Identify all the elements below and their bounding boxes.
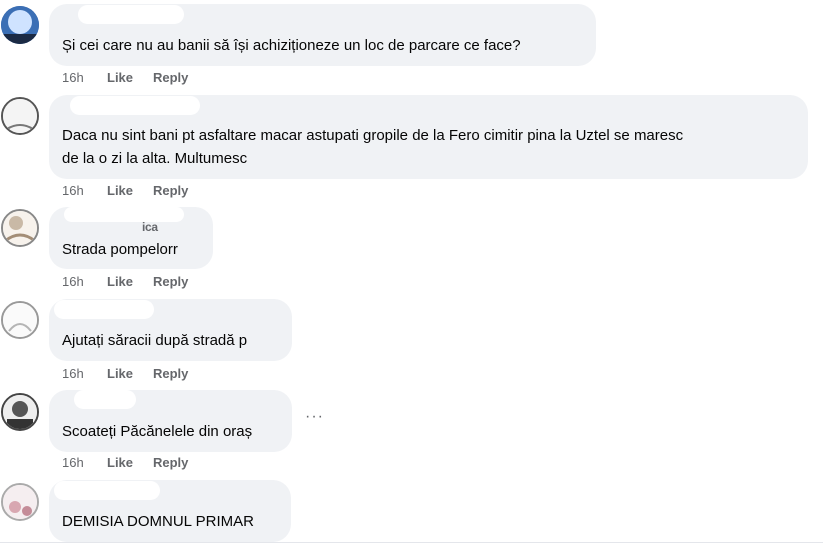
profile-photo-icon: [3, 395, 37, 429]
author-name-redacted: [78, 5, 184, 24]
timestamp-link[interactable]: 16h: [62, 183, 107, 198]
reply-button[interactable]: Reply: [153, 70, 188, 85]
timestamp-link[interactable]: 16h: [62, 366, 107, 381]
like-button[interactable]: Like: [107, 183, 153, 198]
comment-text: Și cei care nu au banii să își achizițio…: [62, 37, 521, 54]
profile-photo-icon: [3, 211, 37, 245]
comment-text: Scoateți Păcănelele din oraș: [62, 423, 253, 440]
avatar[interactable]: [1, 97, 39, 135]
profile-photo-icon: [3, 485, 37, 519]
reply-button[interactable]: Reply: [153, 183, 188, 198]
comment-text: DEMISIA DOMNUL PRIMAR: [62, 513, 254, 530]
comment-text-line: Daca nu sint bani pt asfaltare macar ast…: [62, 127, 684, 144]
comment-text-line: de la o zi la alta. Multumesc: [62, 150, 248, 167]
author-name-redacted: [74, 390, 136, 409]
avatar[interactable]: [1, 393, 39, 431]
profile-photo-icon: [3, 99, 37, 133]
author-name-redacted: [54, 300, 154, 319]
more-options-icon[interactable]: ···: [305, 408, 324, 426]
reply-button[interactable]: Reply: [153, 366, 188, 381]
avatar[interactable]: [1, 483, 39, 521]
comment-actions: 16h Like Reply: [62, 70, 188, 85]
comment-text: Strada pompelorr: [62, 241, 178, 258]
avatar[interactable]: [1, 209, 39, 247]
timestamp-link[interactable]: 16h: [62, 70, 107, 85]
timestamp-link[interactable]: 16h: [62, 274, 107, 289]
divider: [0, 542, 823, 543]
comment-text: Ajutați săracii după stradă p: [62, 332, 248, 349]
avatar[interactable]: [1, 301, 39, 339]
comment-actions: 16h Like Reply: [62, 455, 188, 470]
comment-actions: 16h Like Reply: [62, 183, 188, 198]
author-name-redacted: [64, 207, 184, 222]
reply-button[interactable]: Reply: [153, 455, 188, 470]
timestamp-link[interactable]: 16h: [62, 455, 107, 470]
profile-photo-icon: [1, 6, 39, 44]
author-name-redacted: [70, 96, 200, 115]
like-button[interactable]: Like: [107, 70, 153, 85]
like-button[interactable]: Like: [107, 366, 153, 381]
reply-button[interactable]: Reply: [153, 274, 188, 289]
comment-actions: 16h Like Reply: [62, 366, 188, 381]
profile-photo-icon: [3, 303, 37, 337]
avatar[interactable]: [1, 6, 39, 44]
like-button[interactable]: Like: [107, 455, 153, 470]
author-name-fragment[interactable]: ica: [142, 220, 158, 234]
comment-actions: 16h Like Reply: [62, 274, 188, 289]
author-name-redacted: [54, 481, 160, 500]
like-button[interactable]: Like: [107, 274, 153, 289]
